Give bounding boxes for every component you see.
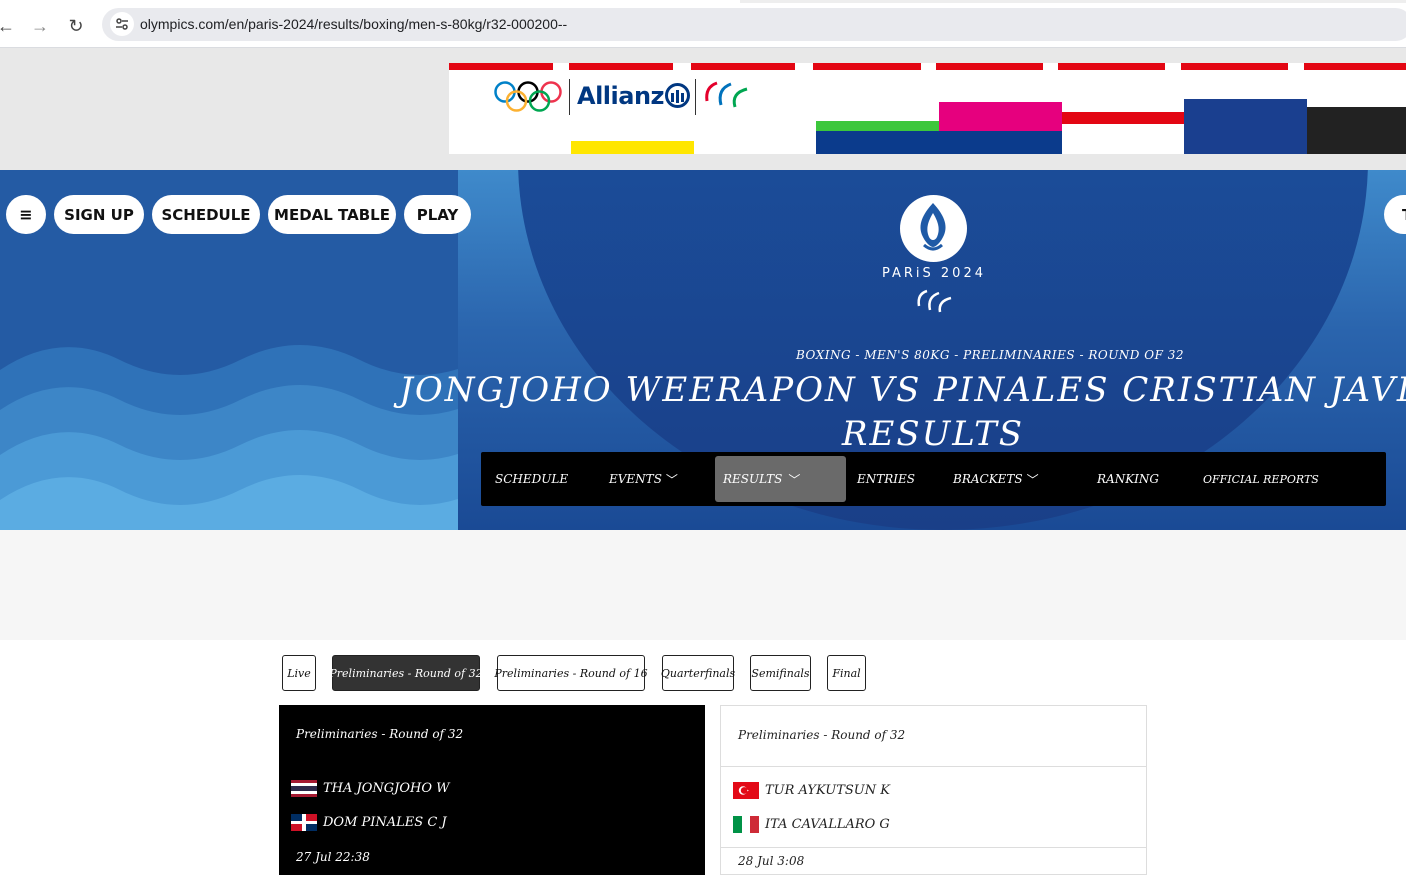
chevron-down-icon: ﹀ — [1026, 472, 1039, 487]
tab-final[interactable]: Final — [827, 655, 866, 691]
ad-stripe — [1058, 63, 1165, 70]
dominican-republic-flag-icon — [291, 813, 317, 831]
match-time: 27 Jul 22:38 — [296, 850, 370, 864]
card-round-title: Preliminaries - Round of 32 — [296, 727, 464, 741]
competitor-row: THA JONGJOHO W — [291, 778, 450, 798]
tab-live[interactable]: Live — [282, 655, 316, 691]
play-button[interactable]: PLAY — [404, 195, 471, 234]
browser-toolbar: ← → ↻ olympics.com/en/paris-2024/results… — [0, 8, 1406, 48]
subnav-official-reports[interactable]: OFFICIAL REPORTS — [1203, 456, 1319, 502]
ad-block — [1184, 99, 1307, 154]
ad-stripe — [1181, 63, 1288, 70]
ad-stripe — [691, 63, 795, 70]
ad-block — [1307, 107, 1406, 154]
allianz-logo: Allianz — [577, 82, 665, 110]
ad-stripe — [569, 63, 673, 70]
ad-stripe — [813, 63, 921, 70]
competitor-name: DOM PINALES C J — [323, 814, 447, 830]
card-round-title: Preliminaries - Round of 32 — [738, 728, 906, 742]
hero: ≡ SIGN UP SCHEDULE MEDAL TABLE PLAY T PA… — [0, 170, 1406, 530]
divider — [721, 847, 1146, 848]
sub-navigation: SCHEDULE EVENTS ﹀ RESULTS ﹀ ENTRIES BRACKE… — [481, 452, 1386, 506]
forward-icon[interactable]: → — [26, 12, 54, 40]
match-card-selected[interactable]: Preliminaries - Round of 32 THA JONGJOHO… — [279, 705, 705, 875]
paris-2024-logo[interactable] — [900, 195, 967, 262]
divider — [721, 766, 1146, 767]
thailand-flag-icon — [291, 779, 317, 797]
event-subtitle: BOXING - MEN'S 80KG - PRELIMINARIES - RO… — [796, 348, 1184, 362]
italy-flag-icon — [733, 815, 759, 833]
paris-2024-wordmark: PARiS 2024 — [881, 266, 986, 281]
tab-round-of-16[interactable]: Preliminaries - Round of 16 — [494, 655, 648, 691]
ad-block — [1062, 112, 1185, 124]
competitor-name: THA JONGJOHO W — [323, 780, 450, 796]
chevron-down-icon: ﹀ — [788, 472, 801, 487]
divider — [569, 79, 570, 115]
competitor-name: TUR AYKUTSUN K — [765, 782, 890, 798]
competitor-name: ITA CAVALLARO G — [765, 816, 890, 832]
flame-icon — [920, 203, 946, 251]
schedule-button[interactable]: SCHEDULE — [152, 195, 260, 234]
subnav-entries[interactable]: ENTRIES — [857, 456, 915, 502]
ad-block — [816, 131, 1062, 154]
ad-placeholder — [0, 530, 1406, 640]
subnav-events[interactable]: EVENTS ﹀ — [609, 456, 678, 502]
ad-block — [939, 102, 1062, 131]
agitos-icon — [705, 81, 748, 108]
back-icon[interactable]: ← — [0, 12, 20, 40]
subnav-brackets[interactable]: BRACKETS ﹀ — [953, 456, 1039, 502]
competitor-row: TUR AYKUTSUN K — [733, 780, 890, 800]
tab-quarterfinals[interactable]: Quarterfinals — [661, 655, 735, 691]
sponsor-banner[interactable]: Allianz — [449, 63, 1406, 154]
sign-up-button[interactable]: SIGN UP — [54, 195, 144, 234]
reload-icon[interactable]: ↻ — [62, 12, 90, 40]
ad-area: Allianz — [0, 48, 1406, 170]
url-text: olympics.com/en/paris-2024/results/boxin… — [140, 16, 568, 32]
ad-stripe — [1304, 63, 1406, 70]
tab-strip — [740, 0, 1406, 3]
site-settings-icon[interactable] — [110, 12, 134, 36]
turkey-flag-icon — [733, 781, 759, 799]
allianz-mark-icon — [665, 83, 690, 108]
ad-stripe — [936, 63, 1043, 70]
competitor-row: ITA CAVALLARO G — [733, 814, 890, 834]
match-time: 28 Jul 3:08 — [738, 854, 805, 868]
results-section: Live Preliminaries - Round of 32 Prelimi… — [0, 640, 1406, 886]
subnav-ranking[interactable]: RANKING — [1097, 456, 1159, 502]
page-title: JONGJOHO WEERAPON VS PINALES CRISTIAN JA… — [399, 370, 1406, 454]
agitos-white-icon — [917, 289, 952, 313]
subnav-schedule[interactable]: SCHEDULE — [495, 456, 568, 502]
tab-round-of-32[interactable]: Preliminaries - Round of 32 — [329, 655, 483, 691]
chevron-down-icon: ﹀ — [665, 472, 678, 487]
olympic-rings-icon — [494, 81, 562, 112]
subnav-results[interactable]: RESULTS ﹀ — [715, 456, 846, 502]
address-bar[interactable]: olympics.com/en/paris-2024/results/boxin… — [102, 8, 1406, 41]
medal-table-button[interactable]: MEDAL TABLE — [268, 195, 396, 234]
ad-block — [816, 121, 940, 131]
menu-button[interactable]: ≡ — [6, 195, 46, 234]
divider — [695, 79, 696, 115]
competitor-row: DOM PINALES C J — [291, 812, 447, 832]
ad-block — [571, 141, 694, 154]
ad-stripe — [449, 63, 553, 70]
match-card[interactable]: Preliminaries - Round of 32 TUR AYKUTSUN… — [720, 705, 1147, 875]
tab-semifinals[interactable]: Semifinals — [750, 655, 811, 691]
